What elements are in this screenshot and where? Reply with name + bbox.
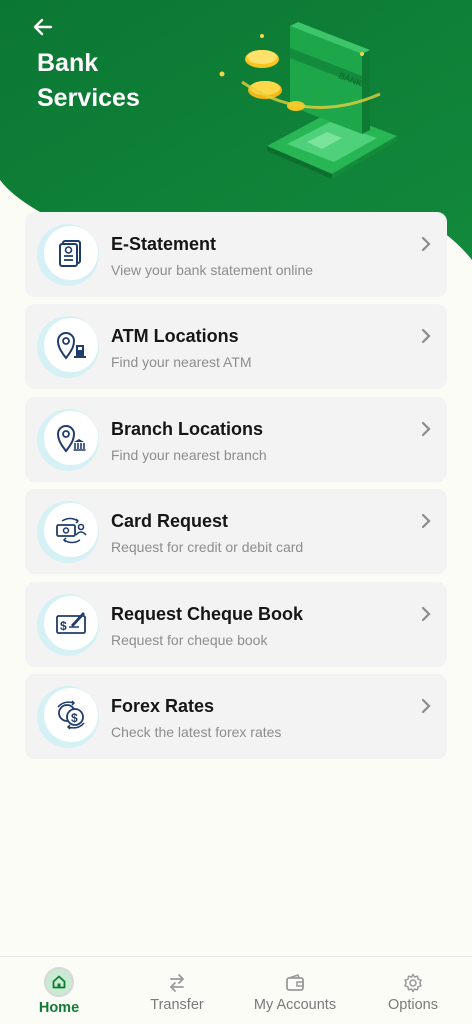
arrow-left-icon [33,18,53,36]
home-badge [44,967,74,997]
wallet-icon [286,973,304,991]
service-title: E-Statement [111,234,217,254]
icon-inner [44,410,98,465]
service-subtitle: Find your nearest ATM [111,354,252,371]
service-icon-badge [37,224,99,286]
service-title: Request Cheque Book [111,603,304,624]
home-icon [52,975,66,989]
nav-icon-wrap [403,971,423,995]
service-card-cheque-book[interactable]: $ Request Cheque Book Request for cheque… [25,581,447,667]
statement-icon [59,240,81,267]
services-list: E-Statement View your bank statement onl… [25,212,447,766]
service-title: Card Request [111,511,229,532]
nav-item-transfer[interactable]: Transfer [118,957,236,1024]
page-title: Bank Services [37,49,140,112]
icon-inner: $ [44,687,98,742]
service-icon-badge: $ [37,593,99,656]
hero-illustration: BANK [219,22,397,179]
chevron-right-icon [421,329,431,344]
chevron-right-icon [421,236,431,252]
transfer-icon [170,974,184,992]
back-button[interactable] [28,12,58,42]
service-card-e-statement[interactable]: E-Statement View your bank statement onl… [25,212,447,297]
service-icon-badge: $ [37,685,99,748]
service-title: ATM Locations [111,326,239,347]
nav-item-options[interactable]: Options [354,957,472,1024]
nav-label: Options [388,997,438,1013]
service-subtitle: Check the latest forex rates [111,723,282,740]
service-subtitle: Find your nearest branch [111,446,267,463]
icon-inner [44,318,98,373]
chevron-right-icon [421,606,431,621]
nav-label: Home [38,1000,80,1016]
chevron-right-icon [421,421,431,436]
service-card-atm-locations[interactable]: ATM Locations Find your nearest ATM [25,304,447,390]
service-icon-badge [37,501,99,564]
svg-text:$: $ [60,619,67,633]
cheque-book-icon: $ [56,611,86,634]
service-icon-badge [37,316,99,379]
chevron-right-icon [421,514,431,529]
service-subtitle: View your bank statement online [111,262,314,278]
icon-inner [44,503,98,558]
service-title: Branch Locations [111,418,264,439]
service-card-card-request[interactable]: Card Request Request for credit or debit… [25,489,447,575]
svg-text:$: $ [71,711,78,725]
nav-icon-wrap [285,971,305,995]
service-subtitle: Request for cheque book [111,631,268,648]
atm-location-icon [56,332,86,361]
card-request-icon [56,517,87,544]
bottom-navigation: Home Transfer My Accounts Options [0,956,472,1024]
nav-label: My Accounts [253,997,337,1013]
branch-location-icon [56,424,86,453]
service-icon-badge [37,408,99,471]
service-card-forex-rates[interactable]: $ Forex Rates Check the latest forex rat… [25,673,447,759]
service-card-branch-locations[interactable]: Branch Locations Find your nearest branc… [25,396,447,482]
nav-item-my-accounts[interactable]: My Accounts [236,957,354,1024]
forex-icon: $ [57,700,85,730]
service-title: Forex Rates [111,695,215,716]
nav-item-home[interactable]: Home [0,957,118,1024]
service-subtitle: Request for credit or debit card [111,539,304,556]
nav-label: Transfer [150,997,204,1013]
nav-icon-wrap [167,971,187,995]
icon-inner [44,226,98,280]
gear-icon [404,973,422,993]
icon-inner: $ [44,595,98,650]
chevron-right-icon [421,698,431,714]
